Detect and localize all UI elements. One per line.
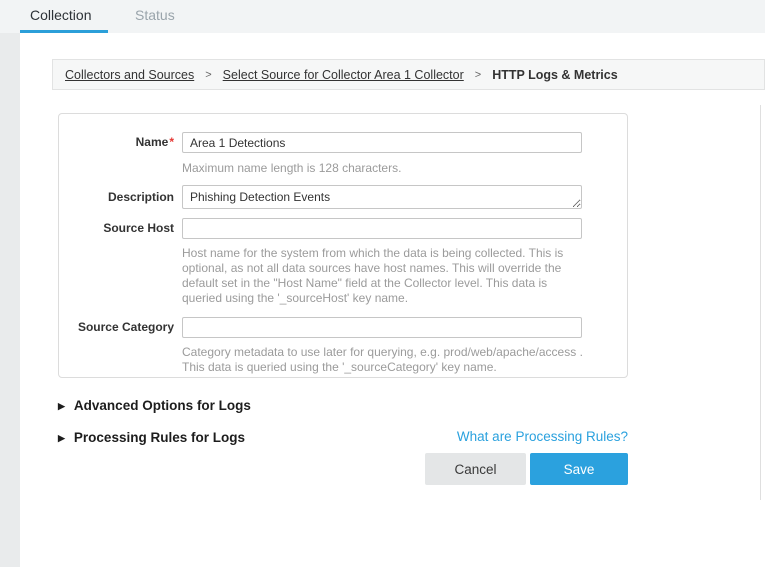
source-category-helper-text: Category metadata to use later for query… [182,345,589,375]
breadcrumb-separator: > [475,69,481,81]
source-host-helper-text: Host name for the system from which the … [182,246,589,306]
advanced-options-label[interactable]: Advanced Options for Logs [74,398,251,413]
name-label: Name* [59,135,174,149]
breadcrumb: Collectors and Sources > Select Source f… [52,59,765,90]
source-host-label: Source Host [59,221,174,235]
source-category-input[interactable] [182,317,582,338]
breadcrumb-separator: > [205,69,211,81]
scroll-divider [760,105,761,500]
name-input[interactable] [182,132,582,153]
what-are-processing-rules-link[interactable]: What are Processing Rules? [457,429,628,444]
expand-triangle-icon[interactable]: ▶ [58,401,65,412]
description-textarea[interactable]: Phishing Detection Events [182,185,582,209]
name-helper-text: Maximum name length is 128 characters. [182,161,589,176]
source-form-card: Name* Maximum name length is 128 charact… [58,113,628,378]
save-button[interactable]: Save [530,453,628,485]
breadcrumb-collectors-and-sources[interactable]: Collectors and Sources [65,68,194,82]
processing-rules-help-container: What are Processing Rules? [58,429,628,444]
tab-bar: Collection Status [0,0,765,33]
section-advanced-options[interactable]: ▶ Advanced Options for Logs [58,398,628,414]
source-host-input[interactable] [182,218,582,239]
tab-collection[interactable]: Collection [30,0,91,30]
required-asterisk: * [169,135,174,149]
breadcrumb-current-http-logs-metrics: HTTP Logs & Metrics [492,68,617,82]
tab-status[interactable]: Status [135,0,175,30]
description-label: Description [59,190,174,204]
source-config-page: Collection Status Collectors and Sources… [0,0,765,567]
cancel-button[interactable]: Cancel [425,453,526,485]
breadcrumb-select-source[interactable]: Select Source for Collector Area 1 Colle… [223,68,464,82]
source-category-label: Source Category [59,320,174,334]
name-label-text: Name [136,135,169,149]
left-gutter [0,33,20,567]
